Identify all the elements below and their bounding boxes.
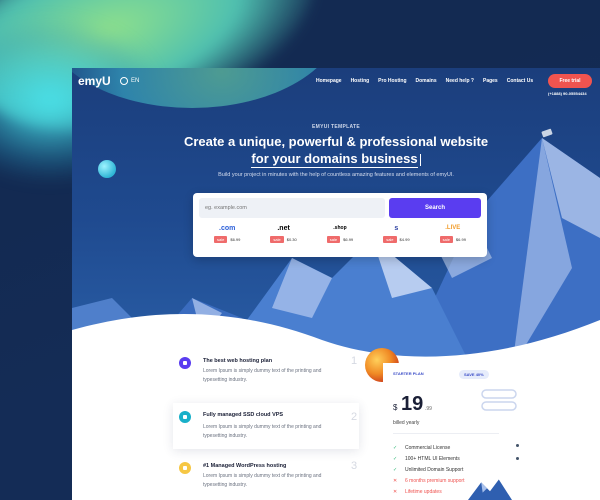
sale-badge: sale bbox=[214, 236, 228, 243]
sale-badge: sale bbox=[383, 236, 397, 243]
tld-s-logo: s bbox=[394, 225, 399, 232]
cross-icon: ✕ bbox=[393, 488, 398, 495]
plan-feature-label: Lifetime updates bbox=[405, 488, 442, 495]
feature-number: 3 bbox=[351, 460, 358, 472]
feature-item-3[interactable]: #1 Managed WordPress hosting Lorem Ipsum… bbox=[173, 458, 359, 492]
feature-title: #1 Managed WordPress hosting bbox=[203, 463, 287, 469]
plan-feature: ✕ Lifetime updates bbox=[393, 486, 464, 497]
feature-item-1[interactable]: The best web hosting plan Lorem Ipsum is… bbox=[173, 353, 359, 387]
hero-title: Create a unique, powerful & professional… bbox=[183, 134, 489, 149]
plan-features: ✓ Commercial License ✓ 100+ HTML UI Elemen… bbox=[393, 442, 464, 497]
feature-title: The best web hosting plan bbox=[203, 358, 273, 364]
feature-description: Lorem Ipsum is simply dummy text of the … bbox=[203, 368, 322, 383]
plan-feature-label: 6 months premium support bbox=[405, 477, 465, 484]
tld-com-logo: .com bbox=[219, 225, 236, 232]
free-trial-button[interactable]: Free trial bbox=[548, 74, 592, 88]
feature-title: Fully managed SSD cloud VPS bbox=[203, 412, 284, 418]
feature-number: 2 bbox=[351, 411, 358, 423]
mountain-corner-illustration bbox=[468, 479, 512, 500]
nav-item-domains[interactable]: Domains bbox=[416, 78, 437, 84]
tld-shop[interactable]: .shop sale $6.99 bbox=[312, 225, 368, 243]
sale-badge: sale bbox=[439, 236, 453, 243]
tld-s[interactable]: s sale $4.99 bbox=[368, 225, 424, 243]
hero-title-highlight: for your domains business bbox=[72, 151, 600, 168]
tld-live[interactable]: .LIVE sale $6.99 bbox=[425, 225, 481, 243]
logo[interactable]: emyU bbox=[78, 74, 111, 88]
nav-item-homepage[interactable]: Homepage bbox=[316, 78, 342, 84]
domain-search-card: Search .com sale$6.99 .net sale$0.30 .sh… bbox=[193, 193, 487, 257]
server-illustration bbox=[481, 389, 517, 411]
phone-number[interactable]: (+1888) 90-05554434 bbox=[548, 91, 587, 96]
cross-icon: ✕ bbox=[393, 477, 398, 484]
plan-feature: ✓ 100+ HTML UI Elements bbox=[393, 453, 464, 464]
nav-item-contact-us[interactable]: Contact Us bbox=[507, 78, 533, 84]
wordpress-icon bbox=[179, 462, 191, 474]
tld-price: $4.99 bbox=[399, 237, 410, 242]
text-cursor bbox=[419, 153, 421, 166]
hero-eyebrow: EMYUI TEMPLATE bbox=[312, 124, 360, 130]
price-cents: .99 bbox=[425, 406, 432, 412]
currency-symbol: $ bbox=[393, 403, 398, 412]
tld-shop-logo: .shop bbox=[333, 225, 347, 231]
language-selector[interactable]: EN bbox=[120, 77, 139, 85]
nav-item-need-help[interactable]: Need help ? bbox=[446, 78, 474, 84]
tld-price: $6.99 bbox=[230, 237, 241, 242]
hosting-icon bbox=[179, 357, 191, 369]
search-button[interactable]: Search bbox=[389, 198, 481, 218]
nav-item-pro-hosting[interactable]: Pro Hosting bbox=[378, 78, 406, 84]
hero-section: emyU EN Homepage Hosting Pro Hosting Dom… bbox=[72, 68, 600, 368]
plan-feature-label: Unlimited Domain Support bbox=[405, 466, 464, 473]
check-icon: ✓ bbox=[393, 455, 398, 462]
sale-badge: sale bbox=[326, 236, 341, 243]
hero-subtitle: Build your project in minutes with the h… bbox=[218, 172, 454, 178]
tld-price: $6.99 bbox=[455, 237, 466, 242]
plan-name: STARTER PLAN bbox=[393, 371, 424, 376]
feature-description: Lorem Ipsum is simply dummy text of the … bbox=[203, 424, 322, 439]
feature-number: 1 bbox=[351, 355, 358, 367]
plan-feature-label: 100+ HTML UI Elements bbox=[405, 455, 460, 462]
tld-net[interactable]: .net sale $0.30 bbox=[255, 225, 311, 243]
domain-search-input[interactable] bbox=[199, 198, 385, 218]
feature-item-2[interactable]: Fully managed SSD cloud VPS Lorem Ipsum … bbox=[173, 403, 359, 449]
top-navigation: emyU EN Homepage Hosting Pro Hosting Dom… bbox=[72, 68, 600, 96]
language-label: EN bbox=[131, 78, 140, 84]
hero-title-line2: for your domains business bbox=[251, 151, 418, 168]
divider bbox=[393, 433, 499, 434]
plan-feature: ✕ 6 months premium support bbox=[393, 475, 464, 486]
tld-net-logo: .net bbox=[277, 225, 290, 232]
save-badge: SAVE 40% bbox=[459, 370, 489, 379]
check-icon: ✓ bbox=[393, 444, 398, 451]
nav-item-pages[interactable]: Pages bbox=[483, 78, 498, 84]
check-icon: ✓ bbox=[393, 466, 398, 473]
tld-price: $6.99 bbox=[343, 237, 354, 242]
tld-price: $0.30 bbox=[286, 237, 297, 242]
billing-period: billed yearly bbox=[393, 420, 420, 426]
sale-badge: sale bbox=[270, 236, 284, 243]
tld-live-logo: .LIVE bbox=[445, 225, 461, 231]
globe-icon bbox=[120, 77, 128, 85]
cloud-icon bbox=[179, 411, 191, 423]
tld-list: .com sale $6.99 .net sale $0.30 .shop sale… bbox=[199, 225, 481, 243]
plan-feature-label: Commercial License bbox=[405, 444, 451, 451]
price-amount: 19 bbox=[401, 393, 424, 415]
feature-description: Lorem Ipsum is simply dummy text of the … bbox=[203, 473, 322, 488]
tld-com[interactable]: .com sale $6.99 bbox=[199, 225, 255, 243]
nav-item-hosting[interactable]: Hosting bbox=[351, 78, 370, 84]
plan-feature: ✓ Commercial License bbox=[393, 442, 464, 453]
plan-feature: ✓ Unlimited Domain Support bbox=[393, 464, 464, 475]
slider-dots[interactable] bbox=[516, 444, 519, 470]
main-menu: Homepage Hosting Pro Hosting Domains Nee… bbox=[316, 78, 542, 84]
